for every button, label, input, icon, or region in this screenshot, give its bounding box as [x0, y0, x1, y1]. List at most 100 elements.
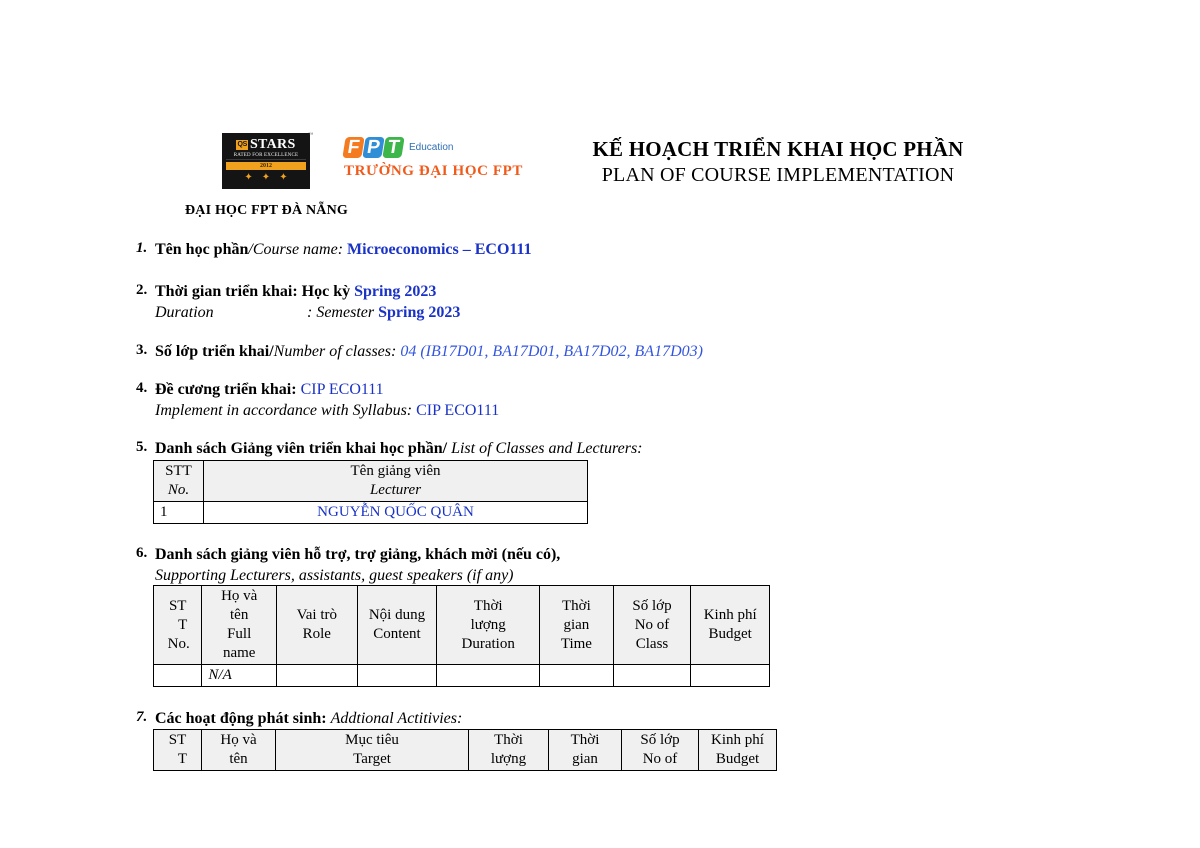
section-3-label-en: Number of classes:	[273, 343, 397, 360]
section-3-number-of-classes: 3. Số lớp triển khai/Number of classes: …	[0, 342, 703, 362]
supporting-lecturers-table-wrap: ST T No. Họ và tên Full name Vai trò Rol…	[152, 585, 770, 687]
table-row: 1 NGUYỄN QUỐC QUÂN	[153, 501, 588, 524]
header-cell-content: Nội dung Content	[356, 585, 438, 665]
cell-time	[539, 664, 614, 687]
header-line-2: tên	[229, 751, 248, 767]
fpt-education-logo: F P T Education	[342, 137, 523, 158]
section-5-label-en: List of Classes and Lecturers:	[451, 440, 643, 457]
header-cell-role: Vai trò Role	[275, 585, 358, 665]
header-line-3: Full	[227, 626, 252, 642]
section-7-label-vn: Các hoạt động phát sinh:	[155, 710, 327, 727]
section-4-value-vn: CIP ECO111	[300, 381, 384, 398]
cell-duration	[436, 664, 541, 687]
header-line-2: Role	[302, 626, 331, 642]
section-2-duration: 2. Thời gian triển khai: Học kỳ Spring 2…	[0, 282, 460, 323]
header-line-2: Target	[353, 751, 391, 767]
section-4-syllabus: 4. Đề cương triển khai: CIP ECO111 Imple…	[0, 380, 499, 421]
table-header-row: STT No. Tên giảng viên Lecturer	[153, 460, 588, 502]
cell-role	[275, 664, 358, 687]
fpt-letter-marks: F P T	[342, 137, 405, 158]
header-cell-duration: Thời lượng Duration	[436, 585, 541, 665]
header-cell-full-name: Họ và tên	[201, 729, 276, 771]
document-header: ™ QS STARS RATED FOR EXCELLENCE 2012 ✦ ✦…	[0, 0, 1200, 230]
header-line-3: Class	[635, 635, 669, 652]
header-line-2: T	[177, 751, 188, 767]
table-header-row: ST T No. Họ và tên Full name Vai trò Rol…	[152, 585, 770, 665]
header-line-2: gian	[563, 616, 590, 633]
header-cell-lecturer: Tên giảng viên Lecturer	[203, 460, 588, 502]
header-line-1: Nội dung	[368, 607, 426, 623]
section-1-label-vn: Tên học phần	[155, 241, 249, 258]
section-7-number: 7.	[136, 709, 148, 725]
fpt-letter-f-icon: F	[342, 137, 365, 158]
section-5-number: 5.	[136, 439, 148, 455]
section-3-label-vn: Số lớp triển khai	[155, 343, 270, 360]
section-7-additional-activities: 7. Các hoạt động phát sinh: Addtional Ac…	[0, 709, 462, 729]
star-icon: ✦	[279, 172, 288, 183]
header-line-3: Time	[560, 635, 592, 652]
header-line-2: No of	[634, 616, 670, 633]
qs-mark-label: QS	[236, 140, 248, 150]
document-page: ™ QS STARS RATED FOR EXCELLENCE 2012 ✦ ✦…	[0, 0, 1200, 848]
header-line-1: ST	[168, 732, 187, 748]
header-cell-time: Thời gian	[548, 729, 622, 771]
section-7-heading: Các hoạt động phát sinh: Addtional Actit…	[155, 709, 462, 729]
section-1-line: Tên học phần/Course name: Microeconomics…	[155, 240, 532, 260]
header-line-1: Số lớp	[632, 597, 672, 614]
header-line-2: No of	[642, 751, 678, 767]
section-4-value-en: CIP ECO111	[416, 402, 500, 419]
star-icon: ✦	[261, 172, 271, 183]
header-line-en: Lecturer	[369, 482, 422, 498]
header-line-1: Họ và	[221, 588, 258, 604]
header-cell-stt: ST T No.	[152, 585, 203, 665]
section-6-label-en: Supporting Lecturers, assistants, guest …	[155, 567, 514, 584]
table-row: N/A	[152, 664, 770, 687]
cell-full-name: N/A	[201, 664, 277, 687]
additional-activities-table-wrap: ST T Họ và tên Mục tiêu Target Thời lượn…	[153, 729, 777, 771]
header-line-en: No.	[167, 482, 190, 498]
header-line-2: lượng	[470, 616, 506, 633]
section-6-number: 6.	[136, 545, 148, 561]
header-line-1: Số lớp	[640, 732, 680, 748]
title-vietnamese: KẾ HOẠCH TRIỂN KHAI HỌC PHẦN	[592, 137, 964, 161]
header-line-3: Duration	[461, 635, 515, 652]
section-1-course-name: 1. Tên học phần/Course name: Microeconom…	[0, 240, 532, 260]
header-line-1: Vai trò	[296, 607, 338, 623]
section-6-supporting-lecturers: 6. Danh sách giảng viên hỗ trợ, trợ giản…	[0, 545, 560, 586]
header-cell-duration: Thời lượng	[468, 729, 549, 771]
header-line-4: name	[222, 645, 256, 661]
header-line-2: Content	[373, 626, 421, 642]
document-title: KẾ HOẠCH TRIỂN KHAI HỌC PHẦN PLAN OF COU…	[548, 136, 1008, 188]
header-line-1: Thời	[570, 732, 600, 748]
header-cell-classes: Số lớp No of Class	[612, 585, 692, 665]
header-cell-budget: Kinh phí Budget	[698, 729, 777, 771]
section-1-number: 1.	[136, 240, 148, 256]
section-4-line-en: Implement in accordance with Syllabus: C…	[155, 400, 499, 421]
section-4-label-en: Implement in accordance with Syllabus:	[155, 402, 413, 419]
cell-classes	[612, 664, 692, 687]
qs-year-label: 2012	[226, 162, 306, 170]
header-cell-no: STT No.	[153, 460, 204, 502]
header-line-2: T	[178, 616, 188, 633]
qs-stars-logo: ™ QS STARS RATED FOR EXCELLENCE 2012 ✦ ✦…	[222, 133, 313, 189]
section-3-line: Số lớp triển khai/Number of classes: 04 …	[155, 342, 703, 362]
header-cell-target: Mục tiêu Target	[275, 729, 469, 771]
qs-tagline: RATED FOR EXCELLENCE	[226, 153, 306, 160]
header-cell-classes: Số lớp No of	[621, 729, 699, 771]
additional-activities-table: ST T Họ và tên Mục tiêu Target Thời lượn…	[153, 729, 777, 771]
section-1-value: Microeconomics – ECO111	[347, 241, 532, 258]
header-line-2: lượng	[490, 751, 527, 767]
section-2-label-en: Duration	[155, 304, 214, 321]
qs-star-row: ✦ ✦ ✦	[226, 173, 306, 185]
section-2-number: 2.	[136, 282, 148, 298]
lecturers-table: STT No. Tên giảng viên Lecturer 1 NGUYỄN…	[153, 460, 588, 524]
cell-no: 1	[153, 501, 204, 524]
header-cell-full-name: Họ và tên Full name	[201, 585, 277, 665]
section-2-line-en: Duration: Semester Spring 2023	[155, 302, 460, 323]
lecturers-table-wrap: STT No. Tên giảng viên Lecturer 1 NGUYỄN…	[153, 460, 588, 524]
supporting-lecturers-table: ST T No. Họ và tên Full name Vai trò Rol…	[152, 585, 770, 687]
section-2-value-en: Spring 2023	[378, 304, 461, 321]
section-2-line-vn: Thời gian triển khai: Học kỳ Spring 2023	[155, 282, 460, 302]
section-5-lecturers: 5. Danh sách Giảng viên triển khai học p…	[0, 439, 643, 459]
header-cell-stt: ST T	[153, 729, 202, 771]
